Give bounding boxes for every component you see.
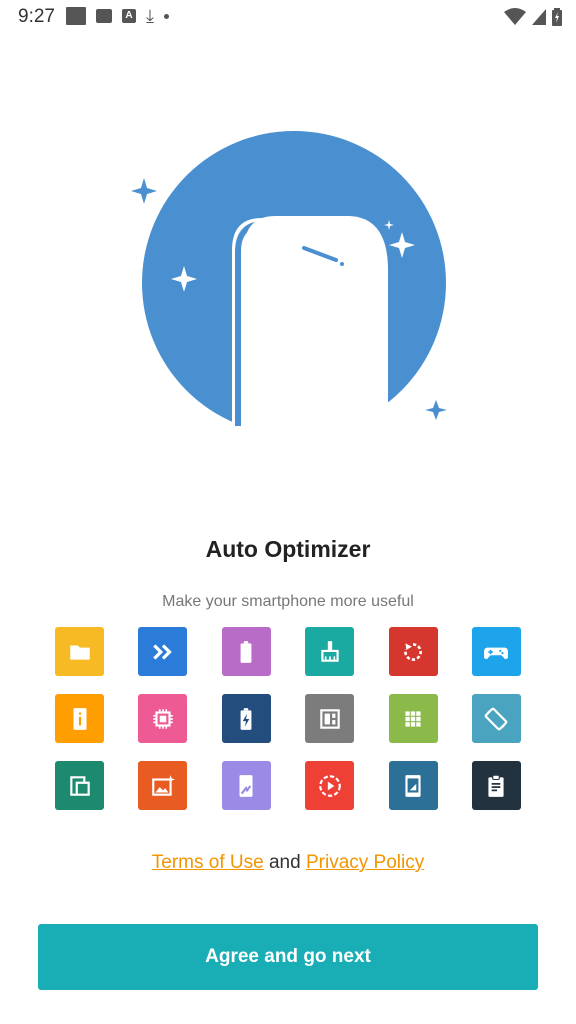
layers-icon: [55, 761, 104, 810]
tablet-icon: [388, 761, 438, 810]
app-title: Auto Optimizer: [205, 536, 371, 562]
play-timer-icon: [305, 761, 355, 810]
restart-icon: [388, 627, 438, 676]
clipboard-icon: [471, 761, 521, 810]
hero-illustration: [126, 130, 456, 430]
app-grid-icon: [388, 694, 438, 743]
image-icon: [96, 9, 112, 23]
a-icon: A: [122, 9, 136, 23]
phone-hand-icon: [221, 761, 271, 810]
widget-icon: [305, 694, 355, 743]
rotate-screen-icon: [471, 694, 521, 743]
legal-links: Terms of Use and Privacy Policy: [0, 852, 576, 874]
app-subtitle: Make your smartphone more useful: [162, 593, 414, 610]
chip-icon: [138, 694, 188, 743]
agree-next-button[interactable]: Agree and go next: [38, 924, 538, 990]
square-notification-icon: [66, 7, 86, 25]
status-bar: 9:27 A ⤓: [0, 0, 576, 34]
phone-sparkle-illustration: [131, 131, 447, 426]
privacy-policy-link[interactable]: Privacy Policy: [306, 852, 424, 873]
gamepad-icon: [471, 627, 521, 676]
charging-icon: [221, 694, 271, 743]
fast-forward-icon: [138, 627, 188, 676]
status-time: 9:27: [18, 6, 55, 27]
battery-icon: [221, 627, 271, 676]
battery-icon: [552, 8, 562, 26]
notification-icons: A ⤓: [66, 7, 169, 25]
system-icons: [504, 8, 562, 26]
device-info-icon: [55, 694, 104, 743]
terms-of-use-link[interactable]: Terms of Use: [152, 852, 264, 873]
wifi-icon: [504, 8, 526, 25]
folder-icon: [55, 627, 104, 676]
feature-icon-grid: [55, 627, 521, 810]
download-icon: ⤓: [146, 6, 154, 26]
broom-icon: [305, 627, 355, 676]
and-text: and: [268, 852, 301, 873]
wallpaper-icon: [138, 761, 188, 810]
dot-icon: [163, 13, 169, 19]
signal-icon: [532, 9, 546, 25]
